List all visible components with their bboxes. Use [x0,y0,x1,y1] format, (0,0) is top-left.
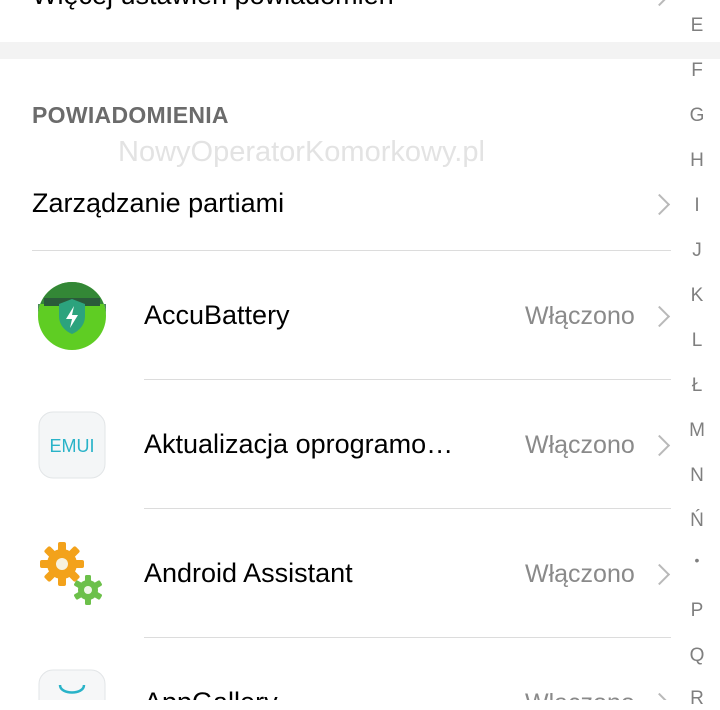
app-name: AccuBattery [144,300,290,330]
more-notification-settings-label: Więcej ustawień powiadomień [32,0,394,11]
alpha-letter-m[interactable]: M [680,420,714,442]
alpha-letter-k[interactable]: K [680,285,714,307]
app-row-appgallery[interactable]: AppGallery Włączono [0,639,680,700]
alpha-letter-j[interactable]: J [680,240,714,262]
divider [32,250,671,251]
divider [144,379,671,380]
alpha-letter-l-stroke[interactable]: Ł [680,375,714,397]
appgallery-icon [38,669,106,700]
app-status: Włączono [525,560,635,588]
section-separator [0,42,720,59]
alpha-letter-r[interactable]: R [680,688,714,710]
app-row-android-assistant[interactable]: Android Assistant Włączono [0,510,680,638]
alpha-letter-n[interactable]: N [680,465,714,487]
app-row-accubattery[interactable]: AccuBattery Włączono [0,252,680,380]
gears-icon [38,540,106,608]
divider [144,637,671,638]
alpha-letter-l[interactable]: L [680,330,714,352]
app-name: Aktualizacja oprogramo… [144,429,454,459]
batch-management-label: Zarządzanie partiami [32,188,285,218]
chevron-right-icon [648,0,671,7]
watermark: NowyOperatorKomorkowy.pl [118,136,485,168]
alpha-letter-p[interactable]: P [680,600,714,622]
alpha-letter-e[interactable]: E [680,15,714,37]
batch-management-row[interactable]: Zarządzanie partiami [0,170,680,240]
app-name: AppGallery [144,687,278,700]
app-status: Włączono [525,302,635,330]
emui-update-icon: EMUI [38,411,106,479]
app-status: Włączono [525,431,635,459]
alpha-letter-q[interactable]: Q [680,645,714,667]
chevron-right-icon [648,563,671,586]
alpha-letter-i[interactable]: I [680,195,714,217]
more-notification-settings-row[interactable]: Więcej ustawień powiadomień [0,0,680,42]
chevron-right-icon [648,434,671,457]
chevron-right-icon [648,193,671,216]
app-name: Android Assistant [144,558,353,588]
alpha-letter-f[interactable]: F [680,60,714,82]
alpha-letter-g[interactable]: G [680,105,714,127]
chevron-right-icon [648,305,671,328]
divider [144,508,671,509]
accubattery-icon [38,282,106,350]
alphabet-index[interactable]: E F G H I J K L Ł M N Ń • P Q R [680,0,720,709]
chevron-right-icon [648,692,671,700]
section-header: POWIADOMIENIA [32,102,229,128]
emui-icon-text: EMUI [50,436,95,456]
alpha-index-dot[interactable]: • [680,552,714,568]
alpha-letter-h[interactable]: H [680,150,714,172]
app-status: Włączono [525,689,635,700]
app-row-software-update[interactable]: EMUI Aktualizacja oprogramo… Włączono [0,381,680,509]
alpha-letter-n-acute[interactable]: Ń [680,510,714,532]
